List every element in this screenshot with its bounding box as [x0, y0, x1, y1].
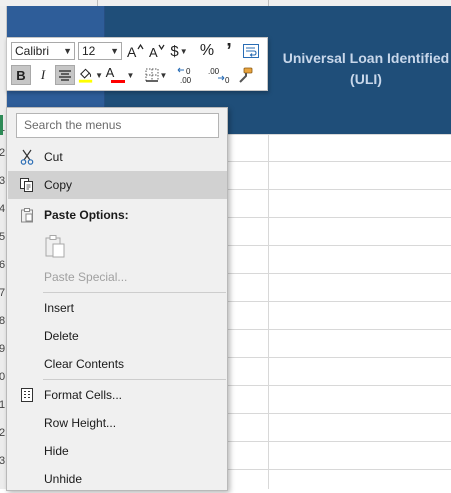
- bold-button[interactable]: B: [11, 65, 31, 85]
- menu-item-label: Cut: [44, 150, 63, 164]
- svg-text:0: 0: [186, 67, 191, 76]
- menu-item-label: Row Height...: [44, 416, 117, 430]
- menu-item-label: Clear Contents: [44, 357, 125, 371]
- menu-item-label: Format Cells...: [44, 388, 123, 402]
- menu-item-label: Paste Special...: [44, 270, 128, 284]
- menu-item-label: Insert: [44, 301, 75, 315]
- increase-font-size-icon[interactable]: A: [125, 41, 145, 61]
- menu-item-label: Unhide: [44, 472, 83, 486]
- chevron-down-icon: ▼: [179, 46, 188, 56]
- menu-item-cut[interactable]: Cut: [8, 143, 227, 171]
- svg-text:.00: .00: [208, 67, 220, 76]
- bold-label: B: [16, 67, 26, 83]
- menu-item-clear-contents[interactable]: Clear Contents: [8, 350, 227, 378]
- format-painter-icon[interactable]: [235, 65, 255, 85]
- fill-color-icon[interactable]: ▼: [77, 65, 103, 85]
- comma-label: ’: [226, 40, 232, 62]
- chevron-down-icon: ▼: [110, 46, 119, 56]
- menu-item-insert[interactable]: Insert: [8, 294, 227, 322]
- svg-text:A: A: [149, 45, 158, 59]
- grid-vline: [268, 134, 269, 489]
- svg-text:0: 0: [225, 76, 230, 84]
- menu-item-row-height[interactable]: Row Height...: [8, 409, 227, 437]
- currency-label: $: [170, 42, 179, 60]
- menu-item-label: Copy: [44, 178, 73, 192]
- paste-icon: [19, 207, 35, 223]
- decrease-decimal-button[interactable]: .00 0: [205, 65, 233, 85]
- menu-separator: [43, 292, 226, 293]
- decrease-font-size-icon[interactable]: A: [147, 41, 167, 61]
- currency-format-button[interactable]: $ ▼: [169, 41, 189, 61]
- align-center-icon[interactable]: [55, 65, 75, 85]
- mini-toolbar: Calibri ▼ 12 ▼ A A $ ▼ % ’ B I ▼ A ▼ ▼ 0…: [6, 37, 268, 91]
- chevron-down-icon: ▼: [95, 70, 103, 80]
- font-name-dropdown[interactable]: Calibri ▼: [11, 42, 75, 60]
- percent-format-button[interactable]: %: [197, 41, 217, 61]
- borders-icon[interactable]: ▼: [143, 65, 169, 85]
- chevron-down-icon: ▼: [126, 70, 135, 80]
- svg-text:.00: .00: [180, 76, 192, 84]
- banner-title: Universal Loan Identified (ULI): [282, 50, 450, 87]
- percent-label: %: [199, 42, 215, 59]
- scissors-icon: [19, 149, 35, 165]
- copy-icon: [19, 177, 35, 193]
- font-size-dropdown[interactable]: 12 ▼: [78, 42, 122, 60]
- menu-separator: [43, 379, 226, 380]
- menu-item-label: Paste Options:: [44, 208, 129, 222]
- menu-item-delete[interactable]: Delete: [8, 322, 227, 350]
- chevron-down-icon: ▼: [63, 46, 72, 56]
- menu-item-label: Delete: [44, 329, 79, 343]
- menu-item-format-cells[interactable]: Format Cells...: [8, 381, 227, 409]
- menu-item-label: Hide: [44, 444, 69, 458]
- toolbar-row-2: B I ▼ A ▼ ▼ 0.00 .00 0: [11, 64, 257, 86]
- italic-button[interactable]: I: [33, 65, 53, 85]
- font-color-label: A: [105, 65, 115, 80]
- menu-item-copy[interactable]: Copy: [8, 171, 227, 199]
- menu-item-paste-special: Paste Special...: [8, 263, 227, 291]
- comma-style-button[interactable]: ’: [219, 41, 239, 61]
- menu-item-hide[interactable]: Hide: [8, 437, 227, 465]
- wrap-text-icon[interactable]: [241, 41, 261, 61]
- selected-row-indicator: [0, 115, 3, 135]
- font-color-button[interactable]: A ▼: [105, 65, 135, 85]
- increase-decimal-button[interactable]: 0.00: [175, 65, 203, 85]
- search-menus-input[interactable]: Search the menus: [16, 113, 219, 138]
- font-size-value: 12: [82, 44, 96, 58]
- search-menus-placeholder: Search the menus: [24, 118, 122, 132]
- font-name-value: Calibri: [15, 44, 50, 58]
- format-cells-icon: [19, 387, 35, 403]
- italic-label: I: [40, 67, 46, 82]
- chevron-down-icon: ▼: [159, 70, 168, 80]
- context-menu: Search the menus Cut Copy Paste Options:…: [6, 107, 228, 491]
- svg-text:A: A: [127, 44, 137, 59]
- toolbar-row-1: Calibri ▼ 12 ▼ A A $ ▼ % ’: [11, 40, 263, 62]
- paste-option-button[interactable]: [44, 234, 66, 258]
- menu-item-paste-options: Paste Options:: [8, 201, 227, 229]
